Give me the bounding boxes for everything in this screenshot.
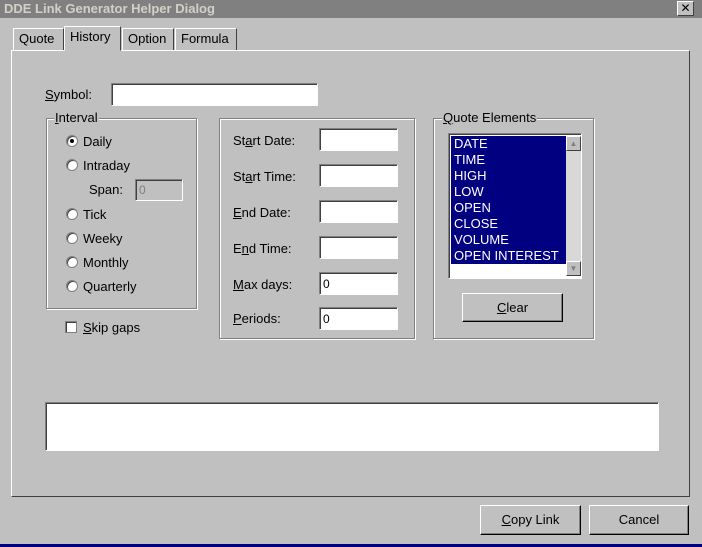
arrow-up-icon: ▲ <box>569 139 578 148</box>
skip-gaps-label: Skip gaps <box>83 320 141 335</box>
list-item[interactable]: VOLUME <box>451 232 566 248</box>
interval-legend: Interval <box>54 110 99 125</box>
radio-monthly-indicator[interactable] <box>66 256 78 268</box>
end-date-label: End Date: <box>233 205 291 220</box>
list-item[interactable]: LOW <box>451 184 566 200</box>
end-date-field[interactable] <box>320 201 397 222</box>
periods-input[interactable] <box>319 307 398 330</box>
message-box <box>45 402 659 451</box>
arrow-down-icon: ▼ <box>569 264 578 273</box>
list-item[interactable]: OPEN INTEREST <box>451 248 566 264</box>
scroll-down-button[interactable]: ▼ <box>566 261 581 276</box>
close-icon: ✕ <box>680 1 691 15</box>
start-date-label: Start Date: <box>233 133 296 148</box>
tab-formula[interactable]: Formula <box>175 28 237 50</box>
end-time-label: End Time: <box>233 241 292 256</box>
cancel-button[interactable]: Cancel <box>589 505 689 535</box>
quote-elements-items: DATE TIME HIGH LOW OPEN CLOSE VOLUME OPEN INTER… <box>451 136 566 264</box>
start-time-input[interactable] <box>319 164 398 187</box>
radio-weekly-label: Weeky <box>83 231 123 246</box>
list-item[interactable]: OPEN <box>451 200 566 216</box>
tab-history[interactable]: History <box>64 26 121 51</box>
list-item[interactable]: HIGH <box>451 168 566 184</box>
tab-formula-label: Formula <box>181 31 229 46</box>
radio-weekly-indicator[interactable] <box>66 232 78 244</box>
scroll-up-button[interactable]: ▲ <box>566 136 581 151</box>
radio-monthly-label: Monthly <box>83 255 129 270</box>
tab-option-label: Option <box>128 31 167 46</box>
start-date-field[interactable] <box>320 129 397 150</box>
symbol-input[interactable] <box>111 83 318 106</box>
radio-tick-indicator[interactable] <box>66 208 78 220</box>
skip-gaps-box[interactable] <box>65 321 77 333</box>
max-days-input[interactable] <box>319 272 398 295</box>
date-range-group <box>219 118 415 339</box>
start-date-input[interactable] <box>319 128 398 151</box>
end-date-input[interactable] <box>319 200 398 223</box>
radio-daily-indicator[interactable] <box>66 135 78 147</box>
close-button[interactable]: ✕ <box>677 1 694 16</box>
tab-quote-label: Quote <box>19 31 55 46</box>
list-item[interactable]: DATE <box>451 136 566 152</box>
symbol-input-field[interactable] <box>112 84 317 105</box>
radio-daily-label: Daily <box>83 134 112 149</box>
max-days-field[interactable] <box>320 273 397 294</box>
end-time-input[interactable] <box>319 236 398 259</box>
cancel-button-label: Cancel <box>618 512 660 527</box>
span-label: Span: <box>89 182 123 197</box>
clear-button[interactable]: Clear <box>462 293 563 322</box>
periods-label: Periods: <box>233 311 281 326</box>
title-bar: DDE Link Generator Helper Dialog <box>0 0 702 18</box>
radio-quarterly-indicator[interactable] <box>66 280 78 292</box>
max-days-label: Max days: <box>233 277 293 292</box>
start-time-field[interactable] <box>320 165 397 186</box>
periods-field[interactable] <box>320 308 397 329</box>
symbol-label: Symbol: <box>45 87 92 102</box>
radio-intraday-indicator[interactable] <box>66 159 78 171</box>
tab-history-label: History <box>70 29 111 44</box>
tab-quote[interactable]: Quote <box>13 28 64 50</box>
list-item[interactable]: TIME <box>451 152 566 168</box>
radio-tick-label: Tick <box>83 207 107 222</box>
list-item[interactable]: CLOSE <box>451 216 566 232</box>
listbox-scrollbar[interactable]: ▲ ▼ <box>566 136 581 276</box>
quote-elements-legend: Quote Elements <box>442 110 538 125</box>
window-title: DDE Link Generator Helper Dialog <box>4 1 215 16</box>
start-time-label: Start Time: <box>233 169 296 184</box>
end-time-field[interactable] <box>320 237 397 258</box>
radio-intraday-label: Intraday <box>83 158 130 173</box>
tab-option[interactable]: Option <box>122 28 174 50</box>
copy-link-button[interactable]: Copy Link <box>480 505 581 535</box>
radio-quarterly-label: Quarterly <box>83 279 137 294</box>
span-input-field[interactable] <box>136 180 182 200</box>
quote-elements-listbox[interactable]: DATE TIME HIGH LOW OPEN CLOSE VOLUME OPEN INTER… <box>448 133 582 279</box>
span-input[interactable] <box>135 179 183 201</box>
